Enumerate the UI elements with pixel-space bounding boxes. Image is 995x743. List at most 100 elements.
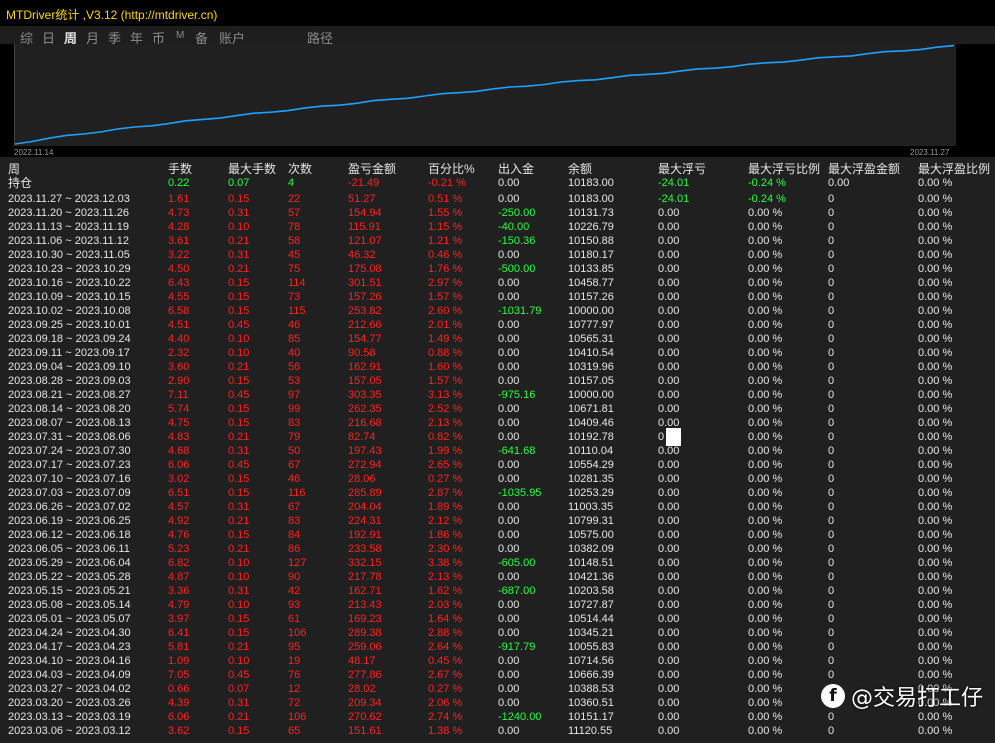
table-row[interactable]: 2023.07.31 ~ 2023.08.06 4.83 0.21 79 82.74 0.… <box>0 430 995 444</box>
table-cell: 0.00 <box>498 193 520 205</box>
table-row[interactable]: 2023.08.28 ~ 2023.09.03 2.90 0.15 53 157.05 1… <box>0 374 995 388</box>
table-row[interactable]: 2023.05.22 ~ 2023.05.28 4.87 0.10 90 217.78 2… <box>0 570 995 584</box>
table-cell: 4.92 <box>168 515 190 527</box>
table-row[interactable]: 2023.08.14 ~ 2023.08.20 5.74 0.15 99 262.35 2… <box>0 402 995 416</box>
table-cell: 0.00 <box>658 599 680 611</box>
table-row[interactable]: 2023.07.10 ~ 2023.07.16 3.02 0.15 46 28.06 0.… <box>0 472 995 486</box>
table-cell: 0.00 % <box>918 389 953 401</box>
table-cell: 2.97 % <box>428 277 463 289</box>
table-cell: 0.10 <box>228 571 250 583</box>
table-cell: 56 <box>288 361 301 373</box>
table-cell: 0.07 <box>228 683 250 695</box>
table-row[interactable]: 2023.06.19 ~ 2023.06.25 4.92 0.21 83 224.31 2… <box>0 514 995 528</box>
table-cell: 10777.97 <box>568 319 614 331</box>
table-cell: 0.00 <box>498 249 520 261</box>
table-cell: 2023.04.03 ~ 2023.04.09 <box>8 669 131 681</box>
table-cell: 3.61 <box>168 235 190 247</box>
table-cell: 0.00 % <box>918 193 953 205</box>
table-cell: 0.00 % <box>918 319 953 331</box>
table-cell: 154.77 <box>348 333 382 345</box>
column-header: 手数 <box>168 162 193 176</box>
table-row[interactable]: 2023.05.15 ~ 2023.05.21 3.36 0.31 42 162.71 1… <box>0 584 995 598</box>
table-row[interactable]: 2023.11.20 ~ 2023.11.26 4.73 0.31 57 154.94 1… <box>0 206 995 220</box>
table-row[interactable]: 2023.09.18 ~ 2023.09.24 4.40 0.10 85 154.77 1… <box>0 332 995 346</box>
table-cell: 1.57 % <box>428 291 463 303</box>
table-row[interactable]: 2023.08.21 ~ 2023.08.27 7.11 0.45 97 303.35 3… <box>0 388 995 402</box>
tab-7[interactable]: M <box>176 30 184 41</box>
table-row[interactable]: 2023.11.27 ~ 2023.12.03 1.61 0.15 22 51.27 0.… <box>0 192 995 206</box>
holding-row[interactable]: 持仓 0.22 0.07 4 -21.49 -0.21 % 0.00 10183.00 -24.… <box>0 176 995 190</box>
table-cell: 0.00 % <box>748 473 783 485</box>
table-row[interactable]: 2023.06.05 ~ 2023.06.11 5.23 0.21 86 233.58 2… <box>0 542 995 556</box>
table-cell: 0.00 <box>498 177 520 189</box>
table-cell: 2023.04.24 ~ 2023.04.30 <box>8 627 131 639</box>
table-row[interactable]: 2023.04.17 ~ 2023.04.23 5.81 0.21 95 259.06 2… <box>0 640 995 654</box>
table-row[interactable]: 2023.07.03 ~ 2023.07.09 6.51 0.15 116 285.89… <box>0 486 995 500</box>
table-cell: 262.35 <box>348 403 382 415</box>
table-row[interactable]: 2023.10.09 ~ 2023.10.15 4.55 0.15 73 157.26 1… <box>0 290 995 304</box>
column-header: 最大浮亏 <box>658 162 707 176</box>
table-cell: 127 <box>288 557 307 569</box>
table-cell: 10183.00 <box>568 193 614 205</box>
table-cell: 4.40 <box>168 333 190 345</box>
table-cell: 0.00 % <box>918 641 953 653</box>
table-cell: 4.75 <box>168 417 190 429</box>
table-row[interactable]: 2023.06.12 ~ 2023.06.18 4.76 0.15 84 192.91 1… <box>0 528 995 542</box>
column-header: 次数 <box>288 162 313 176</box>
table-cell: 197.43 <box>348 445 382 457</box>
table-cell: 3.62 <box>168 725 190 737</box>
table-row[interactable]: 2023.03.06 ~ 2023.03.12 3.62 0.15 65 151.61 1… <box>0 724 995 738</box>
table-cell: 28.06 <box>348 473 376 485</box>
table-cell: 83 <box>288 417 301 429</box>
table-cell: 0.00 <box>498 599 520 611</box>
table-row[interactable]: 2023.03.13 ~ 2023.03.19 6.06 0.21 106 270.62… <box>0 710 995 724</box>
table-row[interactable]: 2023.11.06 ~ 2023.11.12 3.61 0.21 58 121.07 1… <box>0 234 995 248</box>
table-cell: 0 <box>828 445 835 457</box>
table-cell: 78 <box>288 221 301 233</box>
table-row[interactable]: 2023.06.26 ~ 2023.07.02 4.57 0.31 67 204.04 1… <box>0 500 995 514</box>
table-cell: 0.45 <box>228 319 250 331</box>
watermark-text: @交易打工仔 <box>850 686 983 711</box>
table-cell: 4.57 <box>168 501 190 513</box>
table-cell: 204.04 <box>348 501 382 513</box>
table-cell: 0.00 % <box>918 347 953 359</box>
cell-cursor[interactable] <box>666 428 681 446</box>
table-row[interactable]: 2023.10.16 ~ 2023.10.22 6.43 0.15 114 301.51… <box>0 276 995 290</box>
table-row[interactable]: 2023.10.23 ~ 2023.10.29 4.50 0.21 75 175.08 1… <box>0 262 995 276</box>
table-cell: 10671.81 <box>568 403 614 415</box>
table-cell: 0.00 % <box>748 207 783 219</box>
table-cell: 0 <box>828 655 835 667</box>
table-row[interactable]: 2023.08.07 ~ 2023.08.13 4.75 0.15 83 216.68 2… <box>0 416 995 430</box>
table-cell: 0.00 <box>498 571 520 583</box>
table-row[interactable]: 2023.04.10 ~ 2023.04.16 1.09 0.10 19 48.17 0.… <box>0 654 995 668</box>
table-row[interactable]: 2023.07.24 ~ 2023.07.30 4.68 0.31 50 197.43 1… <box>0 444 995 458</box>
table-cell: 0 <box>828 613 835 625</box>
table-cell: 0.00 % <box>748 529 783 541</box>
table-cell: 10554.29 <box>568 459 614 471</box>
table-row[interactable]: 2023.05.01 ~ 2023.05.07 3.97 0.15 61 169.23 1… <box>0 612 995 626</box>
table-header[interactable]: 周 手数 最大手数 次数 盈亏金额 百分比% 出入金 余额 最大浮亏 最大浮亏比例 最大浮盈金额 最大… <box>0 162 995 176</box>
table-cell: 0.15 <box>228 193 250 205</box>
table-row[interactable]: 2023.09.11 ~ 2023.09.17 2.32 0.10 40 90.58 0.… <box>0 346 995 360</box>
table-row[interactable]: 2023.10.30 ~ 2023.11.05 3.22 0.31 45 46.32 0.… <box>0 248 995 262</box>
table-row[interactable]: 2023.09.04 ~ 2023.09.10 3.60 0.21 56 162.91 1… <box>0 360 995 374</box>
table-cell: 0.00 % <box>748 655 783 667</box>
table-cell: 0.21 <box>228 515 250 527</box>
table-row[interactable]: 2023.05.29 ~ 2023.06.04 6.82 0.10 127 332.15… <box>0 556 995 570</box>
table-cell: 0 <box>828 389 835 401</box>
table-row[interactable]: 2023.10.02 ~ 2023.10.08 6.58 0.15 115 253.82… <box>0 304 995 318</box>
table-cell: 0.00 <box>498 333 520 345</box>
table-row[interactable]: 2023.05.08 ~ 2023.05.14 4.79 0.10 93 213.43 2… <box>0 598 995 612</box>
table-cell: 95 <box>288 641 301 653</box>
table-row[interactable]: 2023.11.13 ~ 2023.11.19 4.28 0.10 78 115.91 1… <box>0 220 995 234</box>
table-row[interactable]: 2023.09.25 ~ 2023.10.01 4.51 0.45 46 212.66 2… <box>0 318 995 332</box>
balance-curve <box>15 44 955 145</box>
table-row[interactable]: 2023.07.17 ~ 2023.07.23 6.06 0.45 67 272.94 2… <box>0 458 995 472</box>
table-cell: -250.00 <box>498 207 536 219</box>
table-cell: 0.00 <box>498 669 520 681</box>
table-cell: 2.03 % <box>428 599 463 611</box>
table-cell: 86 <box>288 543 301 555</box>
table-cell: 106 <box>288 627 307 639</box>
table-row[interactable]: 2023.04.24 ~ 2023.04.30 6.41 0.15 106 289.38… <box>0 626 995 640</box>
table-cell: 0.00 % <box>918 277 953 289</box>
